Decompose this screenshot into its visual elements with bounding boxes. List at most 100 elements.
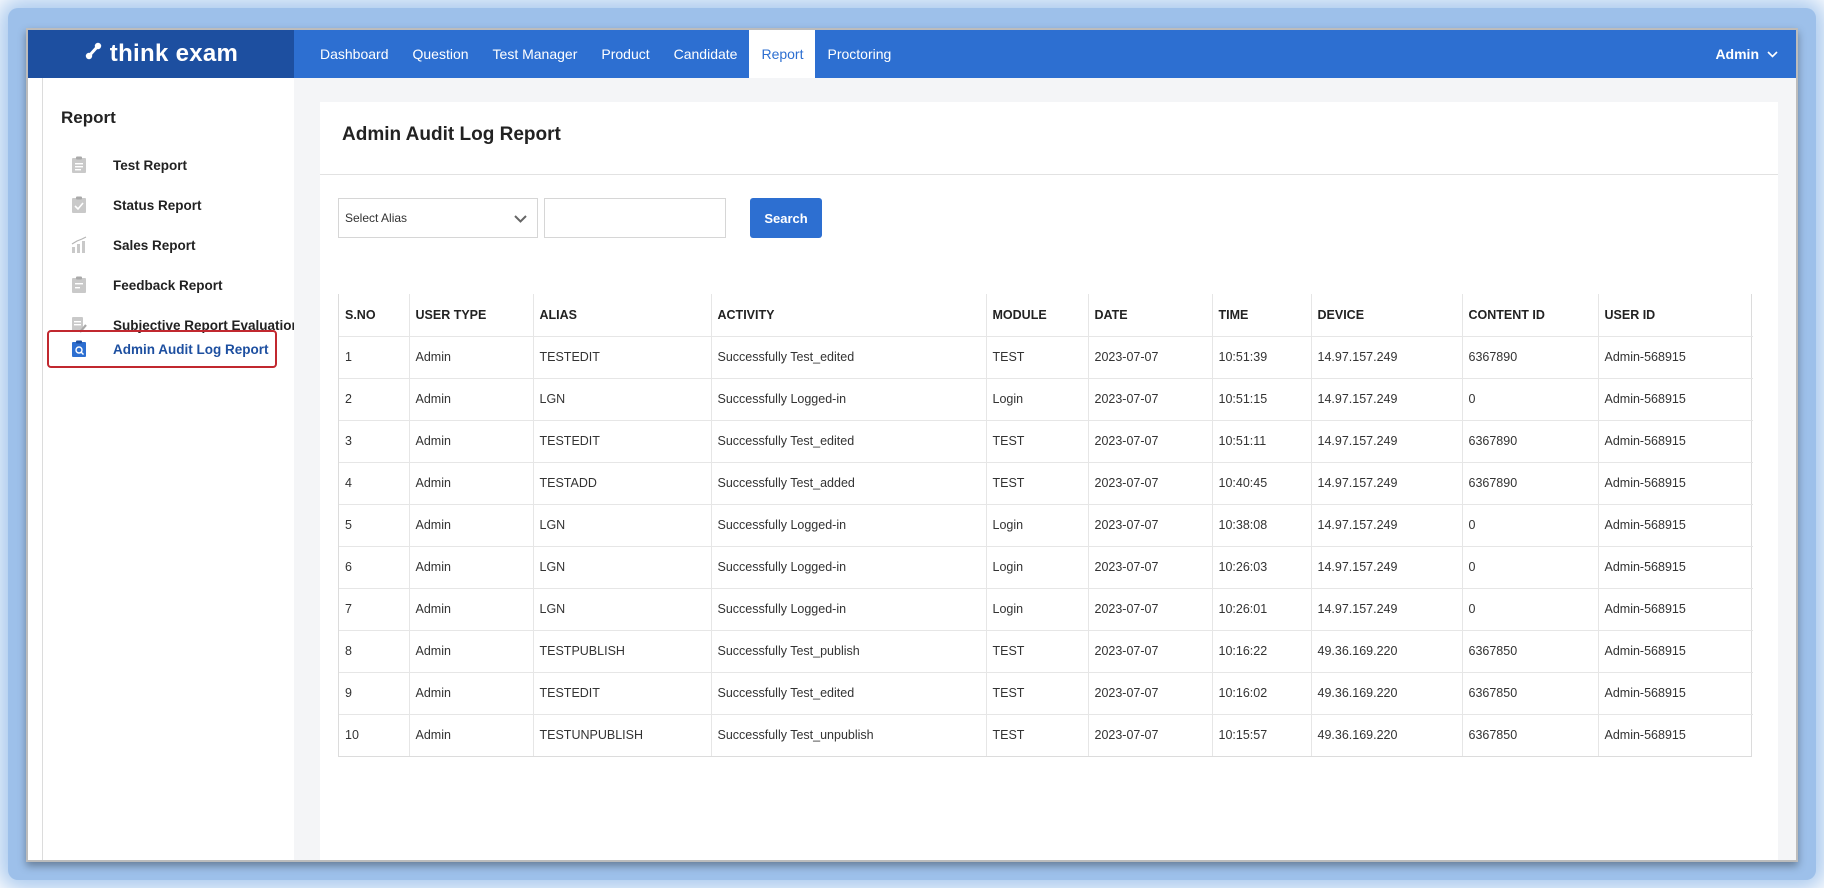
cell-date: 2023-07-07 [1087, 546, 1212, 589]
cell-user-id: Admin-568915 [1597, 714, 1753, 756]
search-input[interactable] [544, 198, 726, 238]
cell-activity: Successfully Test_publish [710, 630, 986, 673]
cell-device: 14.97.157.249 [1310, 378, 1462, 421]
cell-sno: 1 [339, 336, 409, 379]
cell-user-type: Admin [408, 630, 533, 673]
cell-time: 10:15:57 [1211, 714, 1311, 756]
cell-user-id: Admin-568915 [1597, 672, 1753, 715]
cell-alias: TESTEDIT [532, 420, 711, 463]
cell-sno: 3 [339, 420, 409, 463]
nav-item-test-manager[interactable]: Test Manager [481, 30, 590, 78]
cell-content-id: 0 [1461, 378, 1598, 421]
cell-activity: Successfully Logged-in [710, 504, 986, 547]
cell-user-type: Admin [408, 588, 533, 631]
cell-module: TEST [985, 420, 1088, 463]
cell-time: 10:16:02 [1211, 672, 1311, 715]
cell-device: 49.36.169.220 [1310, 714, 1462, 756]
column-header-activity: ACTIVITY [710, 294, 986, 337]
cell-sno: 9 [339, 672, 409, 715]
column-header-user-type: USER TYPE [408, 294, 533, 337]
cell-date: 2023-07-07 [1087, 336, 1212, 379]
cell-user-type: Admin [408, 672, 533, 715]
cell-module: Login [985, 546, 1088, 589]
cell-time: 10:26:01 [1211, 588, 1311, 631]
cell-date: 2023-07-07 [1087, 630, 1212, 673]
cell-alias: LGN [532, 378, 711, 421]
search-button[interactable]: Search [750, 198, 822, 238]
sidebar-item-label: Test Report [113, 157, 188, 173]
alias-select-value: Select Alias [345, 211, 408, 225]
cell-alias: LGN [532, 546, 711, 589]
cell-user-id: Admin-568915 [1597, 546, 1753, 589]
cell-module: TEST [985, 630, 1088, 673]
cell-content-id: 6367890 [1461, 336, 1598, 379]
table-row: 5 Admin LGN Successfully Logged-in Login 2023… [339, 504, 1753, 547]
nav-item-report[interactable]: Report [749, 30, 816, 78]
cell-time: 10:51:39 [1211, 336, 1311, 379]
sidebar-item-admin-audit-log-report[interactable]: Admin Audit Log Report [47, 330, 277, 368]
column-header-date: DATE [1087, 294, 1212, 337]
cell-module: TEST [985, 336, 1088, 379]
cell-alias: TESTPUBLISH [532, 630, 711, 673]
cell-date: 2023-07-07 [1087, 462, 1212, 505]
user-menu[interactable]: Admin [1715, 30, 1778, 78]
cell-content-id: 0 [1461, 504, 1598, 547]
column-header-sno: S.NO [339, 294, 409, 337]
cell-time: 10:51:11 [1211, 420, 1311, 463]
brand-logo[interactable]: think exam [28, 30, 294, 78]
nav-item-question[interactable]: Question [401, 30, 481, 78]
nav-item-dashboard[interactable]: Dashboard [308, 30, 401, 78]
cell-user-type: Admin [408, 504, 533, 547]
cell-device: 49.36.169.220 [1310, 672, 1462, 715]
think-exam-logo-icon [84, 40, 104, 69]
cell-device: 14.97.157.249 [1310, 420, 1462, 463]
sidebar: Report Test Report Status Report Sales R… [42, 78, 300, 860]
table-row: 9 Admin TESTEDIT Successfully Test_edited TE… [339, 672, 1753, 715]
clipboard-feedback-icon [71, 276, 87, 294]
cell-alias: TESTEDIT [532, 672, 711, 715]
table-row: 3 Admin TESTEDIT Successfully Test_edited TE… [339, 420, 1753, 463]
alias-select[interactable]: Select Alias [338, 198, 538, 238]
nav-item-candidate[interactable]: Candidate [662, 30, 750, 78]
sidebar-item-test-report[interactable]: Test Report [43, 146, 283, 184]
sidebar-title: Report [61, 108, 116, 127]
cell-time: 10:26:03 [1211, 546, 1311, 589]
cell-alias: TESTUNPUBLISH [532, 714, 711, 756]
sidebar-item-label: Admin Audit Log Report [113, 341, 269, 357]
chevron-down-icon [514, 210, 527, 226]
cell-date: 2023-07-07 [1087, 672, 1212, 715]
column-header-time: TIME [1211, 294, 1311, 337]
cell-date: 2023-07-07 [1087, 504, 1212, 547]
table-header-row: S.NO USER TYPE ALIAS ACTIVITY MODULE DAT… [339, 294, 1753, 337]
column-header-device: DEVICE [1310, 294, 1462, 337]
sidebar-item-label: Feedback Report [113, 277, 223, 293]
cell-content-id: 6367850 [1461, 714, 1598, 756]
cell-user-type: Admin [408, 462, 533, 505]
cell-sno: 8 [339, 630, 409, 673]
page-title: Admin Audit Log Report [342, 124, 561, 145]
chevron-down-icon [1767, 47, 1778, 61]
cell-device: 14.97.157.249 [1310, 546, 1462, 589]
cell-activity: Successfully Logged-in [710, 546, 986, 589]
sidebar-item-sales-report[interactable]: Sales Report [43, 226, 283, 264]
cell-activity: Successfully Test_edited [710, 336, 986, 379]
brand-name: think exam [109, 40, 239, 67]
cell-sno: 4 [339, 462, 409, 505]
cell-date: 2023-07-07 [1087, 588, 1212, 631]
cell-user-id: Admin-568915 [1597, 630, 1753, 673]
clipboard-search-icon [71, 340, 87, 358]
cell-date: 2023-07-07 [1087, 378, 1212, 421]
sidebar-item-label: Sales Report [113, 237, 196, 253]
cell-time: 10:51:15 [1211, 378, 1311, 421]
cell-user-id: Admin-568915 [1597, 462, 1753, 505]
cell-module: Login [985, 378, 1088, 421]
cell-module: Login [985, 504, 1088, 547]
cell-time: 10:40:45 [1211, 462, 1311, 505]
nav-item-proctoring[interactable]: Proctoring [815, 30, 903, 78]
nav-item-product[interactable]: Product [589, 30, 661, 78]
sidebar-item-status-report[interactable]: Status Report [43, 186, 283, 224]
sidebar-item-feedback-report[interactable]: Feedback Report [43, 266, 283, 304]
cell-alias: LGN [532, 588, 711, 631]
report-card: Admin Audit Log Report Select Alias Sear… [320, 102, 1778, 860]
cell-activity: Successfully Logged-in [710, 588, 986, 631]
